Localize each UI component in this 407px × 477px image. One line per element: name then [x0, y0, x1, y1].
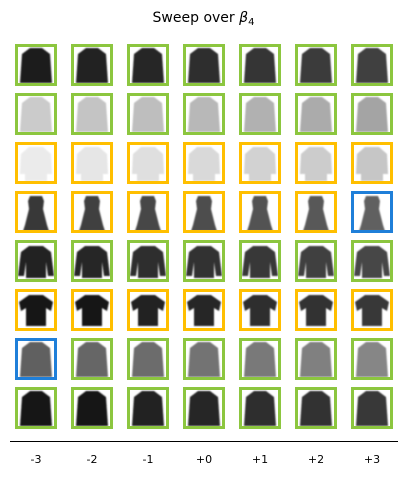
grid-cell — [295, 338, 337, 380]
grid-cell — [127, 142, 169, 184]
grid-cell — [127, 387, 169, 429]
grid-cell — [127, 44, 169, 86]
grid-cell — [239, 191, 281, 233]
grid-cell — [239, 93, 281, 135]
grid-cell — [351, 289, 393, 331]
x-tick-label: -3 — [30, 453, 42, 466]
grid-cell — [351, 191, 393, 233]
grid-cell — [127, 93, 169, 135]
grid-cell — [71, 289, 113, 331]
grid-cell — [351, 44, 393, 86]
grid-cell — [351, 240, 393, 282]
grid-cell — [351, 142, 393, 184]
grid-cell — [239, 387, 281, 429]
grid-cell — [295, 289, 337, 331]
grid-cell — [351, 387, 393, 429]
x-axis-line — [10, 441, 398, 442]
x-tick-label: +3 — [363, 453, 381, 466]
grid-cell — [15, 142, 57, 184]
grid-cell — [71, 44, 113, 86]
grid-cell — [295, 387, 337, 429]
x-tick-label: +2 — [307, 453, 325, 466]
grid-cell — [295, 191, 337, 233]
x-tick-label: -1 — [142, 453, 154, 466]
grid-cell — [183, 44, 225, 86]
grid-cell — [239, 240, 281, 282]
x-tick-label: +0 — [195, 453, 213, 466]
image-grid — [15, 44, 393, 429]
grid-cell — [295, 142, 337, 184]
grid-cell — [239, 338, 281, 380]
grid-cell — [351, 93, 393, 135]
grid-cell — [239, 44, 281, 86]
grid-cell — [15, 338, 57, 380]
grid-cell — [15, 289, 57, 331]
x-tick-label: -2 — [86, 453, 98, 466]
grid-cell — [183, 387, 225, 429]
grid-cell — [15, 93, 57, 135]
grid-cell — [127, 338, 169, 380]
grid-cell — [183, 289, 225, 331]
grid-cell — [71, 240, 113, 282]
grid-cell — [351, 338, 393, 380]
grid-cell — [183, 240, 225, 282]
grid-cell — [71, 142, 113, 184]
grid-cell — [239, 142, 281, 184]
grid-cell — [127, 289, 169, 331]
grid-cell — [183, 338, 225, 380]
grid-cell — [183, 142, 225, 184]
grid-cell — [295, 240, 337, 282]
grid-cell — [127, 240, 169, 282]
grid-cell — [183, 93, 225, 135]
grid-cell — [183, 191, 225, 233]
grid-cell — [71, 387, 113, 429]
grid-cell — [71, 338, 113, 380]
grid-cell — [295, 93, 337, 135]
grid-cell — [71, 93, 113, 135]
grid-cell — [15, 387, 57, 429]
grid-cell — [239, 289, 281, 331]
grid-cell — [295, 44, 337, 86]
grid-cell — [15, 44, 57, 86]
x-tick-label: +1 — [251, 453, 269, 466]
grid-cell — [127, 191, 169, 233]
grid-cell — [71, 191, 113, 233]
grid-cell — [15, 240, 57, 282]
grid-cell — [15, 191, 57, 233]
